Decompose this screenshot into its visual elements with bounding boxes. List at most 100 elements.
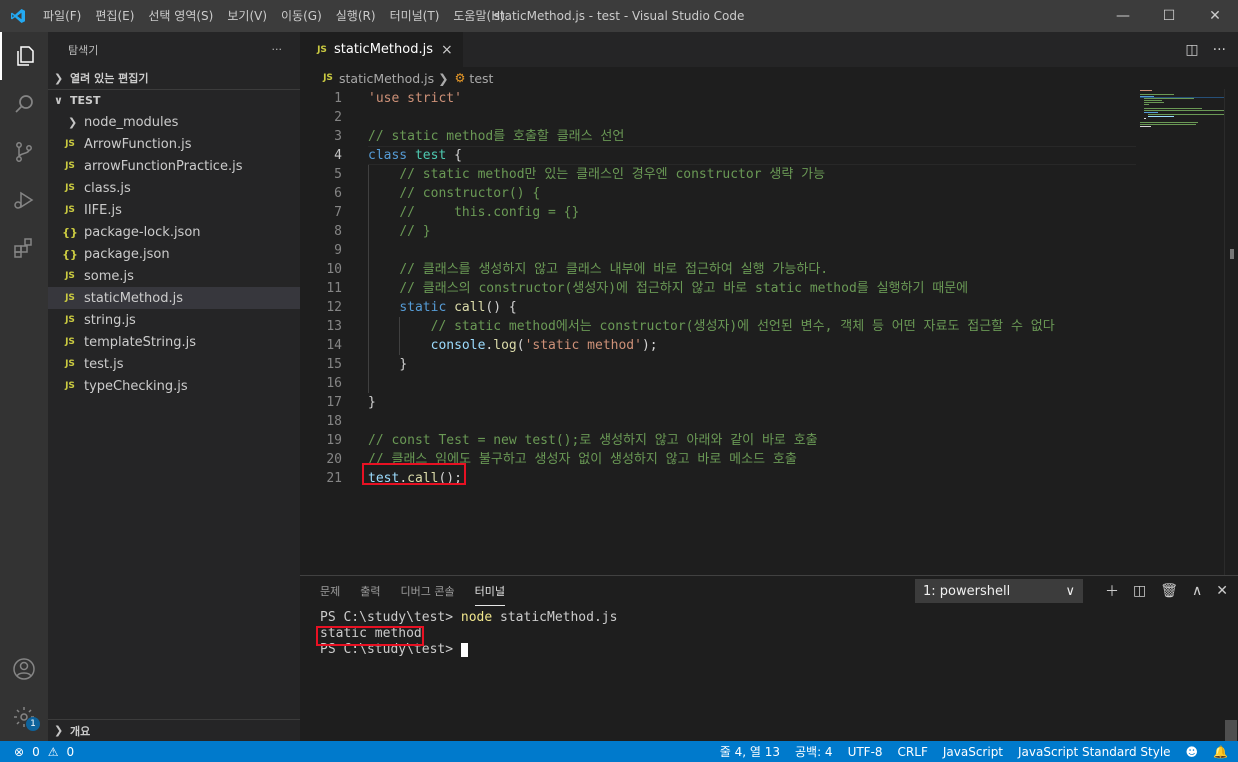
chevron-right-icon: ❯ [54,71,64,85]
panel-scrollbar[interactable] [1224,612,1238,742]
account-icon[interactable] [0,645,48,693]
menu-selection[interactable]: 선택 영역(S) [141,0,220,32]
bottom-panel: 문제 출력 디버그 콘솔 터미널 1: powershell ∨ ＋ ◫ 🗑 ∧… [300,575,1238,742]
source-control-icon[interactable] [0,128,48,176]
maximize-panel-icon[interactable]: ∧ [1192,583,1202,599]
breadcrumb-symbol[interactable]: test [469,71,493,86]
more-actions-icon[interactable]: ··· [272,43,283,56]
menu-run[interactable]: 실행(R) [329,0,383,32]
line-source: // static method를 호출할 클래스 선언 [368,127,624,146]
line-number: 19 [326,433,342,448]
code-line: 13 // static method에서는 constructor(생성자)에… [300,317,1238,336]
js-file-icon: JS [65,271,75,281]
linter-status[interactable]: JavaScript Standard Style [1018,745,1171,759]
line-number: 16 [326,376,342,391]
line-source: // constructor() { [368,184,540,203]
notifications-bell-icon[interactable]: 🔔 [1213,745,1228,759]
tree-item-label: package.json [84,246,170,262]
js-file-icon: JS [65,161,75,171]
menu-edit[interactable]: 편집(E) [88,0,141,32]
menu-file[interactable]: 파일(F) [36,0,88,32]
tab-problems[interactable]: 문제 [320,577,340,605]
tab-debug-console[interactable]: 디버그 콘솔 [401,577,455,605]
tree-item-some-js[interactable]: JS some.js [48,265,300,287]
feedback-icon[interactable]: ☻ [1186,745,1199,759]
folder-section-test[interactable]: ∨ TEST [48,89,300,111]
code-token: log [493,338,517,353]
scrollbar-thumb[interactable] [1230,249,1234,259]
code-token: } [368,395,376,410]
js-file-icon: JS [323,73,333,83]
terminal-select[interactable]: 1: powershell ∨ [915,579,1083,603]
line-number: 11 [326,281,342,296]
tree-item-iife-js[interactable]: JS IIFE.js [48,199,300,221]
tree-item-package-json[interactable]: {} package.json [48,243,300,265]
code-token: () { [485,300,517,315]
language-mode[interactable]: JavaScript [943,745,1003,759]
tree-item-package-lock-json[interactable]: {} package-lock.json [48,221,300,243]
line-number: 8 [334,224,342,239]
code-token: call [454,300,486,315]
open-editors-section[interactable]: ❯ 열려 있는 편집기 [48,67,300,89]
manage-gear-icon[interactable]: 1 [0,693,48,741]
code-line: 1 'use strict' [300,89,1238,108]
search-icon[interactable] [0,80,48,128]
maximize-button[interactable]: ☐ [1146,0,1192,32]
code-line: 14 console.log('static method'); [300,336,1238,355]
close-tab-icon[interactable]: × [441,42,453,58]
tree-item-string-js[interactable]: JS string.js [48,309,300,331]
code-line: 8 // } [300,222,1238,241]
code-punct [368,262,399,277]
code-token: // 클래스를 생성하지 않고 클래스 내부에 바로 접근하여 실행 가능하다. [399,262,829,277]
new-terminal-icon[interactable]: ＋ [1105,581,1119,601]
scrollbar-thumb[interactable] [1225,720,1237,742]
tab-staticmethod[interactable]: JS staticMethod.js × [300,32,463,67]
run-debug-icon[interactable] [0,176,48,224]
more-actions-icon[interactable]: ··· [1213,42,1226,58]
tree-item-test-js[interactable]: JS test.js [48,353,300,375]
split-terminal-icon[interactable]: ◫ [1133,583,1146,599]
editor-scrollbar[interactable] [1224,89,1238,575]
code-punct [368,167,399,182]
js-file-icon: JS [65,381,75,391]
close-window-button[interactable]: ✕ [1192,0,1238,32]
code-punct: ( [516,338,525,353]
tab-label: staticMethod.js [334,42,433,57]
trash-icon[interactable]: 🗑 [1160,583,1178,599]
code-token: // static method에서는 constructor(생성자)에 선언… [430,319,1055,334]
menu-help[interactable]: 도움말(H) [446,0,512,32]
cursor-position[interactable]: 줄 4, 열 13 [720,743,780,760]
menu-terminal[interactable]: 터미널(T) [383,0,447,32]
tree-item-node-modules[interactable]: ❯ node_modules [48,111,300,133]
menu-view[interactable]: 보기(V) [220,0,274,32]
tree-item-staticmethod-js[interactable]: JS staticMethod.js [48,287,300,309]
code-line: 15 } [300,355,1238,374]
close-panel-icon[interactable]: ✕ [1216,583,1228,599]
menu-go[interactable]: 이동(G) [274,0,329,32]
explorer-icon[interactable] [0,32,48,80]
code-line: 11 // 클래스의 constructor(생성자)에 접근하지 않고 바로 … [300,279,1238,298]
end-of-line[interactable]: CRLF [898,745,928,759]
tab-terminal[interactable]: 터미널 [474,577,505,606]
split-editor-icon[interactable]: ◫ [1185,42,1198,58]
tree-item-class-js[interactable]: JS class.js [48,177,300,199]
minimize-button[interactable]: — [1100,0,1146,32]
breadcrumb-file[interactable]: staticMethod.js [339,71,434,86]
minimap[interactable] [1140,89,1230,129]
file-tree: ❯ node_modules JS ArrowFunction.js JS arrowFu… [48,111,300,397]
extensions-icon[interactable] [0,224,48,272]
tree-item-arrowfunctionpractice-js[interactable]: JS arrowFunctionPractice.js [48,155,300,177]
js-file-icon: JS [317,44,327,55]
tree-item-arrowfunction-js[interactable]: JS ArrowFunction.js [48,133,300,155]
code-line: 17} [300,393,1238,412]
vscode-logo-icon [0,0,36,32]
encoding[interactable]: UTF-8 [848,745,883,759]
code-editor[interactable]: 1 'use strict' 2 3 // static method를 호출할 클래스… [300,89,1238,488]
status-problems[interactable]: ⊗ 0 ⚠ 0 [0,745,74,759]
tree-item-templatestring-js[interactable]: JS templateString.js [48,331,300,353]
outline-section[interactable]: ❯ 개요 [48,719,300,741]
tree-item-typechecking-js[interactable]: JS typeChecking.js [48,375,300,397]
tab-output[interactable]: 출력 [360,577,380,605]
indentation[interactable]: 공백: 4 [795,743,833,760]
js-file-icon: JS [65,315,75,325]
